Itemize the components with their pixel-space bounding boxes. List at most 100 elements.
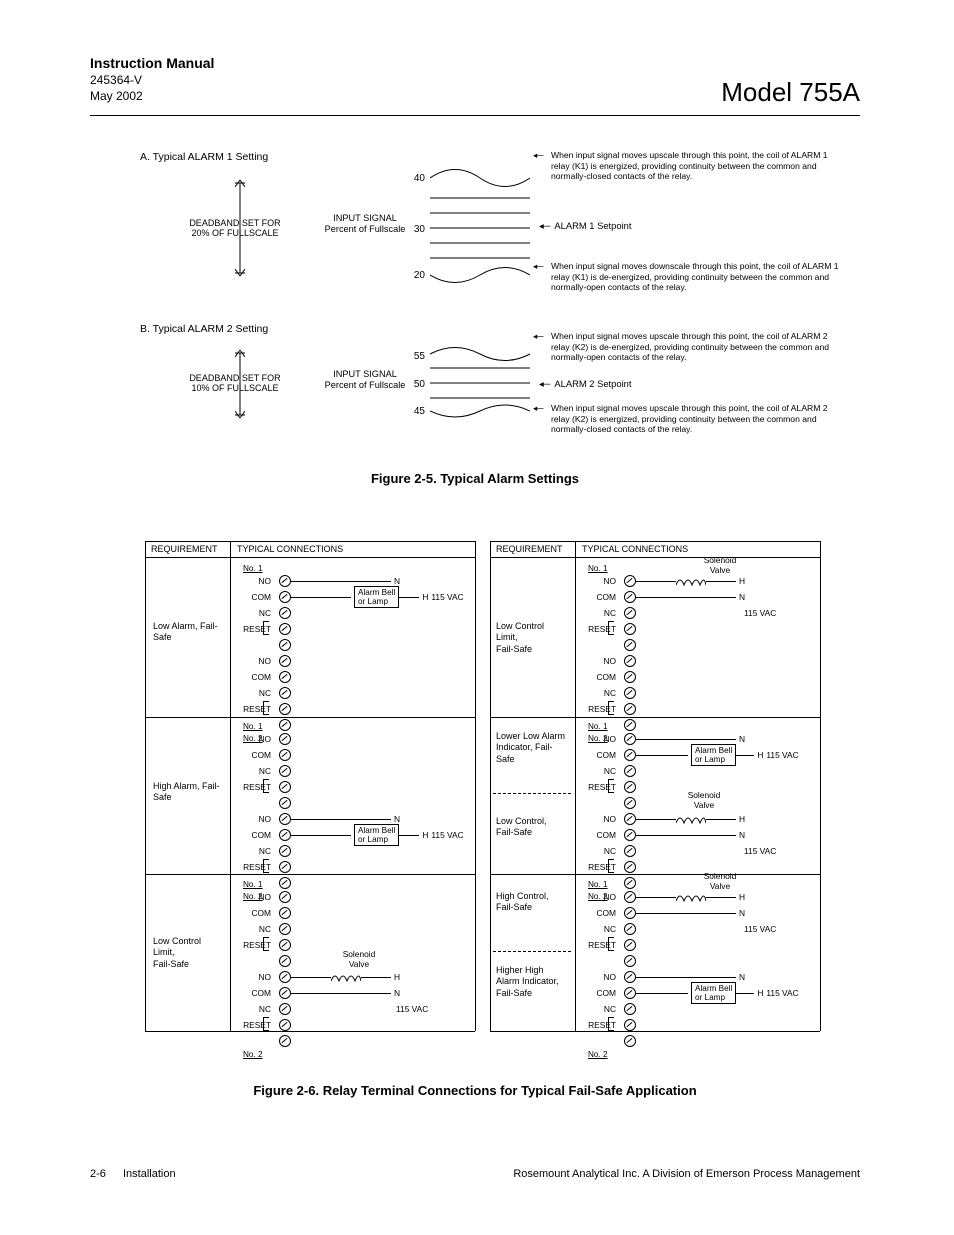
screw-icon (624, 591, 636, 603)
screw-icon (279, 1035, 291, 1047)
solenoid-icon (676, 813, 706, 825)
figure-2-5-caption: Figure 2-5. Typical Alarm Settings (90, 471, 860, 486)
page-footer: 2-6 Installation Rosemount Analytical In… (90, 1168, 860, 1180)
term-block-1: No. 1 NON COMAlarm Bellor LampH115 VAC N… (243, 563, 473, 743)
screw-icon (624, 765, 636, 777)
screw-icon (279, 765, 291, 777)
col-req-right: REQUIREMENT (496, 544, 563, 554)
col-conn-left: TYPICAL CONNECTIONS (237, 544, 343, 554)
model-number: Model 755A (721, 77, 860, 108)
screw-icon (279, 639, 291, 651)
screw-icon (279, 703, 291, 715)
desc-b-bottom: ◂─When input signal moves upscale throug… (551, 403, 841, 435)
screw-icon (624, 687, 636, 699)
solenoid-valve-label-5: SolenoidValve (679, 790, 729, 810)
screw-icon (279, 829, 291, 841)
screw-icon (279, 797, 291, 809)
figure-2-5: A. Typical ALARM 1 Setting DEADBAND SET … (140, 151, 840, 461)
setpoint-b: ◂─ALARM 2 Setpoint (539, 379, 631, 390)
term-block-2: No. 1 NO COM NC RESET NON COMAlarm Bello… (243, 721, 473, 901)
screw-icon (624, 845, 636, 857)
screw-icon (279, 781, 291, 793)
screw-icon (279, 591, 291, 603)
term-block-4: No. 1 NO H COMN NC115 VAC RESET NO COM N… (588, 563, 818, 743)
input-signal-b: INPUT SIGNAL Percent of Fullscale (315, 369, 415, 390)
term-block-6: No. 1 NO H COMN NC115 VAC RESET NON COMA… (588, 879, 818, 1059)
req-low-alarm: Low Alarm, Fail-Safe (153, 621, 223, 644)
tick-b-55: 55 (405, 351, 425, 363)
screw-icon (624, 1003, 636, 1015)
page-number: 2-6 (90, 1168, 106, 1180)
screw-icon (624, 987, 636, 999)
req-low-control-3: Low Control Limit, Fail-Safe (153, 936, 223, 970)
col-conn-right: TYPICAL CONNECTIONS (582, 544, 688, 554)
screw-icon (279, 987, 291, 999)
screw-icon (624, 607, 636, 619)
screw-icon (279, 861, 291, 873)
screw-icon (624, 703, 636, 715)
screw-icon (279, 733, 291, 745)
screw-icon (624, 655, 636, 667)
screw-icon (279, 907, 291, 919)
input-signal-a: INPUT SIGNAL Percent of Fullscale (315, 213, 415, 234)
screw-icon (279, 671, 291, 683)
figure-2-6-caption: Figure 2-6. Relay Terminal Connections f… (90, 1083, 860, 1098)
screw-icon (279, 655, 291, 667)
screw-icon (624, 861, 636, 873)
req-high-control-6a: High Control, Fail-Safe (496, 891, 566, 914)
term-block-3: No. 1 NO COM NC RESET NO H COMN NC115 VA… (243, 879, 473, 1059)
screw-icon (624, 639, 636, 651)
tick-a-30: 30 (405, 224, 425, 236)
screw-icon (624, 955, 636, 967)
screw-icon (624, 623, 636, 635)
screw-icon (624, 923, 636, 935)
screw-icon (279, 575, 291, 587)
req-high-alarm: High Alarm, Fail-Safe (153, 781, 223, 804)
screw-icon (624, 1035, 636, 1047)
screw-icon (624, 671, 636, 683)
screw-icon (279, 923, 291, 935)
screw-icon (624, 971, 636, 983)
screw-icon (624, 733, 636, 745)
screw-icon (624, 907, 636, 919)
screw-icon (279, 813, 291, 825)
solenoid-valve-label-3: SolenoidValve (334, 949, 384, 969)
signal-wave-a (430, 163, 530, 288)
company-name: Rosemount Analytical Inc. A Division of … (513, 1168, 860, 1180)
section-name: Installation (123, 1168, 176, 1180)
tick-a-40: 40 (405, 173, 425, 185)
screw-icon (279, 1003, 291, 1015)
screw-icon (624, 797, 636, 809)
deadband-a-label: DEADBAND SET FOR 20% OF FULLSCALE (180, 218, 290, 239)
screw-icon (279, 891, 291, 903)
desc-a-top: ◂─When input signal moves upscale throug… (551, 150, 841, 182)
figure-2-6: REQUIREMENT TYPICAL CONNECTIONS REQUIREM… (145, 541, 805, 1061)
screw-icon (624, 575, 636, 587)
screw-icon (279, 749, 291, 761)
screw-icon (624, 749, 636, 761)
screw-icon (624, 939, 636, 951)
screw-icon (279, 955, 291, 967)
screw-icon (279, 939, 291, 951)
solenoid-icon (676, 575, 706, 587)
doc-title: Instruction Manual (90, 55, 860, 71)
tick-b-50: 50 (405, 379, 425, 391)
col-req-left: REQUIREMENT (151, 544, 218, 554)
screw-icon (624, 781, 636, 793)
deadband-b-label: DEADBAND SET FOR 10% OF FULLSCALE (180, 373, 290, 394)
section-a-title: A. Typical ALARM 1 Setting (140, 151, 268, 163)
solenoid-icon (331, 971, 361, 983)
desc-b-top: ◂─When input signal moves upscale throug… (551, 331, 841, 363)
desc-a-bottom: ◂─When input signal moves downscale thro… (551, 261, 841, 293)
req-higher-high-alarm: Higher High Alarm Indicator, Fail-Safe (496, 965, 566, 999)
screw-icon (624, 813, 636, 825)
req-low-control-4: Low Control Limit, Fail-Safe (496, 621, 566, 655)
signal-wave-b (430, 343, 530, 423)
solenoid-icon (676, 891, 706, 903)
screw-icon (279, 607, 291, 619)
screw-icon (624, 1019, 636, 1031)
setpoint-a: ◂─ALARM 1 Setpoint (539, 221, 631, 232)
tick-a-20: 20 (405, 270, 425, 282)
screw-icon (279, 687, 291, 699)
screw-icon (279, 971, 291, 983)
